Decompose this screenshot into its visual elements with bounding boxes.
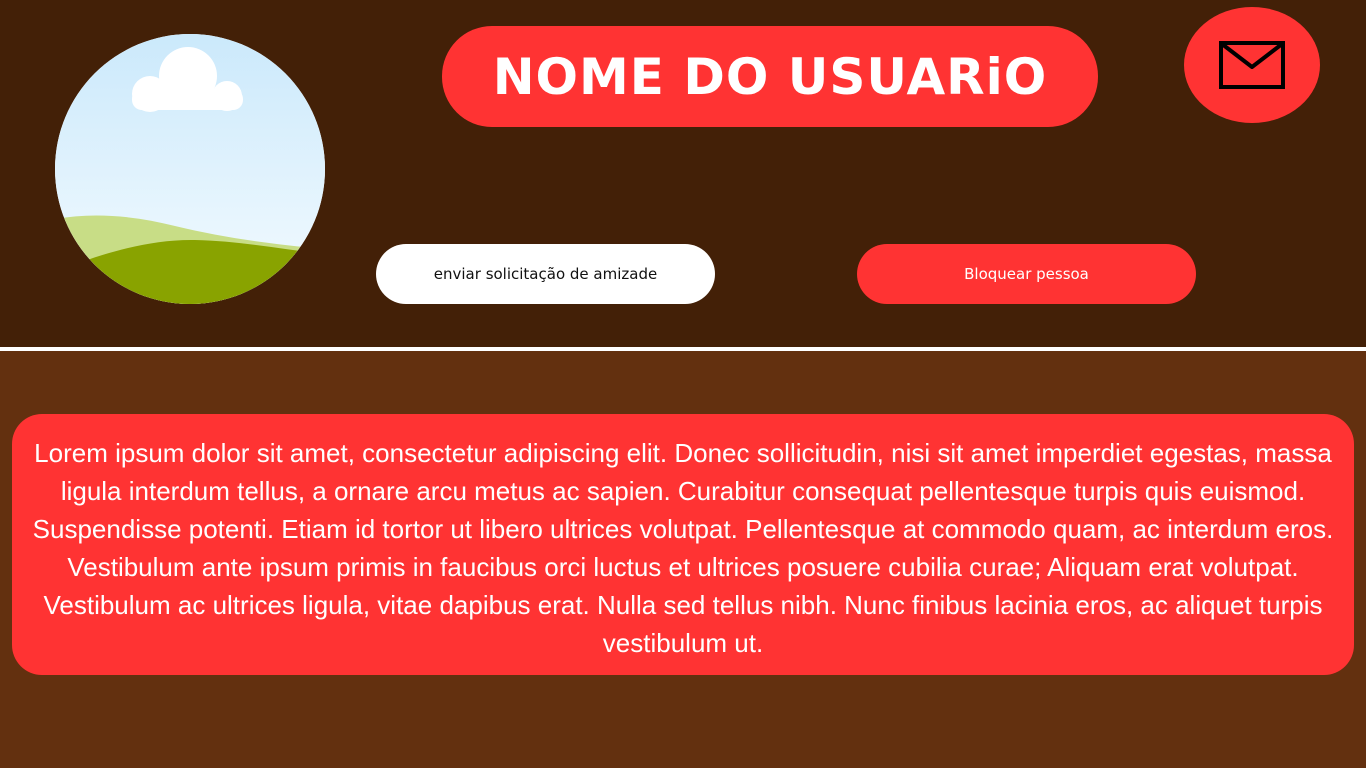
avatar: [55, 34, 325, 304]
profile-header: NOME DO USUARiO enviar solicitação de am…: [0, 0, 1366, 347]
send-friend-request-button[interactable]: enviar solicitação de amizade: [376, 244, 715, 304]
envelope-icon: [1219, 41, 1285, 89]
username-label: NOME DO USUARiO: [492, 47, 1048, 106]
block-user-button[interactable]: Bloquear pessoa: [857, 244, 1196, 304]
message-button[interactable]: [1184, 7, 1320, 123]
bio-text: Lorem ipsum dolor sit amet, consectetur …: [32, 438, 1334, 658]
section-divider: [0, 347, 1366, 351]
landscape-icon: [55, 34, 325, 304]
username-banner: NOME DO USUARiO: [442, 26, 1098, 127]
bio-box: Lorem ipsum dolor sit amet, consectetur …: [12, 414, 1354, 675]
